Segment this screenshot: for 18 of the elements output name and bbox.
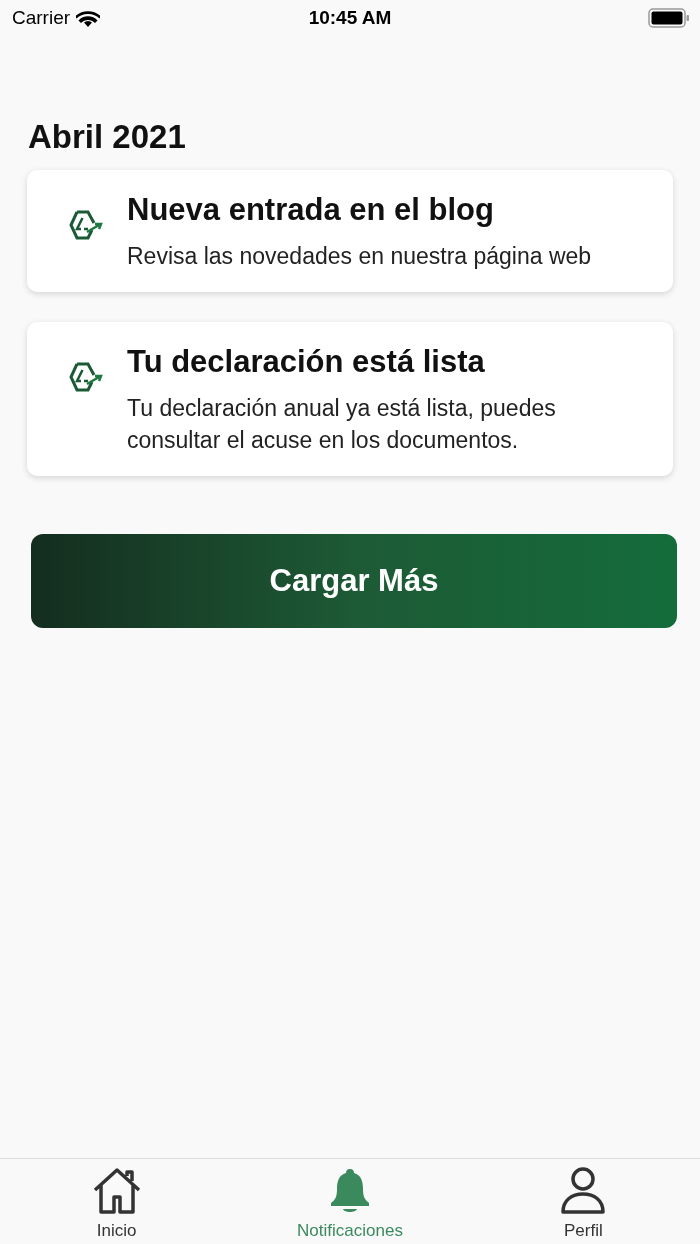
home-icon — [91, 1167, 142, 1215]
bell-icon — [330, 1167, 370, 1215]
notification-title: Tu declaración está lista — [127, 344, 486, 380]
tab-bar-item[interactable]: Perfil — [466, 1159, 700, 1244]
notification-title: Nueva entrada en el blog — [127, 192, 495, 228]
battery-icon — [648, 8, 690, 28]
tab-bar-item[interactable]: Notificaciones — [233, 1159, 467, 1244]
load-more-button[interactable]: Cargar Más — [31, 534, 677, 628]
carrier-name: Carrier — [12, 7, 71, 29]
status-time: 10:45 AM — [308, 7, 392, 29]
wifi-icon — [76, 9, 101, 27]
notification-body: Revisa las novedades en nuestra página web — [127, 242, 593, 271]
notification-card[interactable]: Nueva entrada en el blog Revisa las novedades en nuestra página web — [27, 170, 673, 292]
person-icon — [560, 1167, 607, 1215]
notification-card[interactable]: Tu declaración está lista Tu declaración anual ya está lista, puedes consultar el acuse en los documentos. — [27, 322, 673, 476]
tab-bar-item[interactable]: Inicio — [0, 1159, 234, 1244]
notification-body: Tu declaración anual ya está lista, puedes consultar el acuse en los documentos. — [127, 394, 557, 455]
section-title: Abril 2021 — [28, 118, 187, 156]
